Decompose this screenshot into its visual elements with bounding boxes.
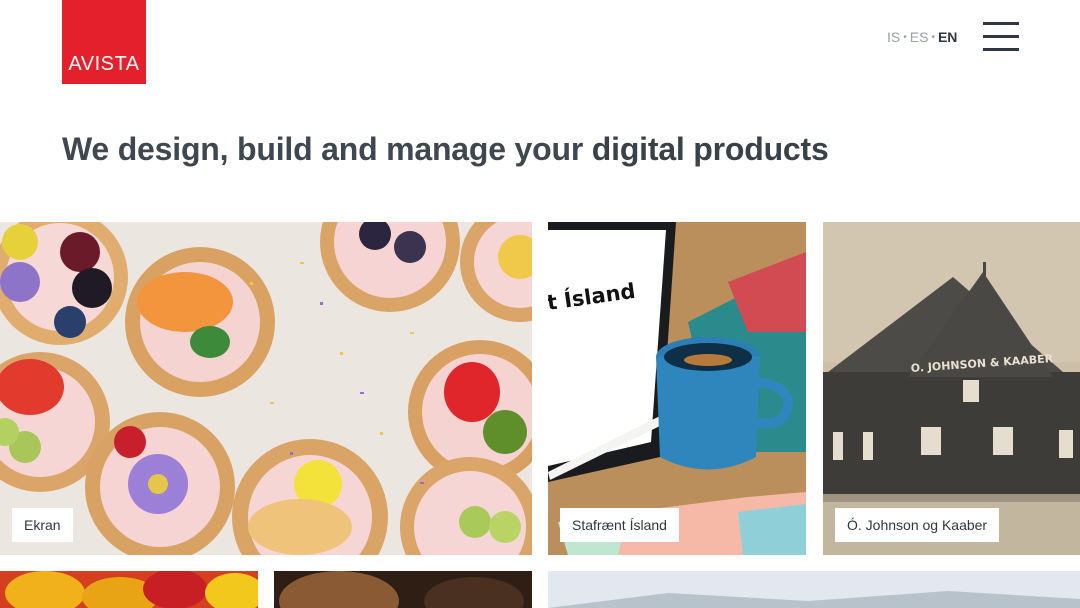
lang-separator: • [931,31,935,43]
tablet-mug-image: t Ísland [548,222,806,555]
project-label: Ekran [12,508,73,542]
coffee-image [274,571,532,608]
project-label: Ó. Johnson og Kaaber [835,508,1000,542]
project-tile-landscape[interactable] [548,571,1080,608]
pastries-image [0,222,532,555]
headline-regular: We design, build and manage your [62,131,592,167]
project-tile-ekran[interactable]: Ekran [0,222,532,555]
language-switcher: IS • ES • EN [887,29,957,45]
avista-logo[interactable]: AVISTA [62,0,146,84]
project-tile-coffee[interactable] [274,571,532,608]
menu-bar [983,35,1019,38]
logo-text: AVISTA [68,53,140,75]
lang-is[interactable]: IS [887,29,900,45]
peppers-image [0,571,258,608]
lang-en[interactable]: EN [938,29,957,45]
lang-es[interactable]: ES [910,29,929,45]
project-tile-peppers[interactable] [0,571,258,608]
page-headline: We design, build and manage your digital… [62,131,829,168]
menu-bar [983,48,1019,51]
sepia-building-image: O. JOHNSON & KAABER [823,222,1080,555]
headline-bold: digital products [591,131,829,167]
project-tile-johnson-kaaber[interactable]: O. JOHNSON & KAABER Ó. Johnson og Kaaber [823,222,1080,555]
hamburger-menu-icon[interactable] [983,22,1019,51]
menu-bar [983,22,1019,25]
project-tile-stafraent-island[interactable]: t Ísland Stafrænt Ísland [548,222,806,555]
lang-separator: • [903,31,907,43]
landscape-image [548,571,1080,608]
project-label: Stafrænt Ísland [560,508,679,542]
